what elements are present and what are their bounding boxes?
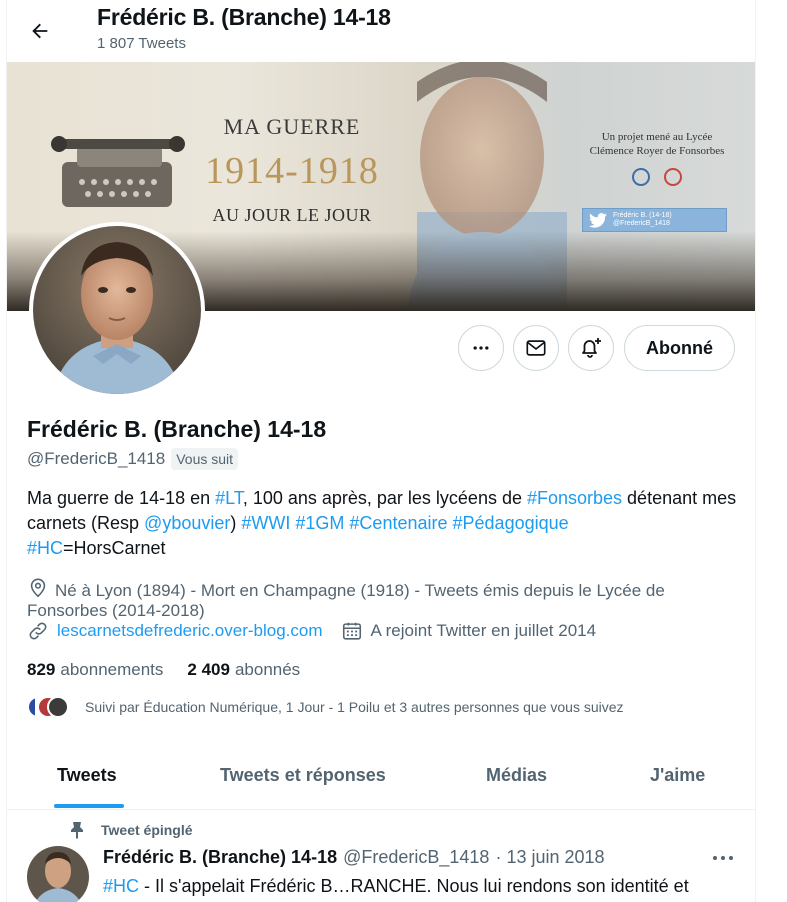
hashtag-link[interactable]: #Centenaire — [349, 513, 447, 533]
following-label: abonnements — [60, 660, 164, 679]
more-icon — [713, 856, 733, 860]
active-tab-indicator — [54, 804, 124, 808]
hashtag-link[interactable]: #HC — [27, 538, 63, 558]
hashtag-link[interactable]: #1GM — [295, 513, 344, 533]
bio-text: Ma guerre de 14-18 en — [27, 488, 216, 508]
follow-counts: 829 abonnements 2 409 abonnés — [27, 660, 300, 680]
tab-likes[interactable]: J'aime — [650, 765, 705, 786]
banner-project-line2: Clémence Royer de Fonsorbes — [589, 145, 725, 157]
tweet-author-handle[interactable]: @FredericB_1418 — [343, 847, 489, 868]
link-icon — [29, 622, 47, 640]
hashtag-link[interactable]: #Pédagogique — [453, 513, 569, 533]
tweet-avatar[interactable] — [27, 846, 89, 902]
website-link[interactable]: lescarnetsdefrederic.over-blog.com — [57, 621, 323, 641]
calendar-icon — [342, 622, 361, 640]
hashtag-link[interactable]: #WWI — [241, 513, 290, 533]
bio-text: =HorsCarnet — [63, 538, 166, 558]
twitter-bird-icon — [589, 213, 607, 228]
followed-by-row[interactable]: Suivi par Éducation Numérique, 1 Jour - … — [27, 696, 624, 718]
following-count: 829 — [27, 660, 56, 679]
region-logo — [664, 168, 682, 186]
profile-column: Frédéric B. (Branche) 14-18 1 807 Tweets… — [6, 0, 756, 902]
profile-meta-row: lescarnetsdefrederic.over-blog.com A rej… — [27, 620, 614, 642]
follower-avatar — [47, 696, 69, 718]
bell-plus-icon — [582, 338, 601, 358]
joined-item: A rejoint Twitter en juillet 2014 — [341, 620, 597, 642]
profile-avatar[interactable] — [29, 222, 205, 398]
handle-row: @FredericB_1418 Vous suit — [27, 448, 239, 470]
joined-text: A rejoint Twitter en juillet 2014 — [370, 621, 597, 640]
back-arrow-icon — [32, 23, 48, 39]
banner-line3: AU JOUR LE JOUR — [212, 205, 372, 225]
pinned-label: Tweet épinglé — [101, 822, 193, 838]
back-button[interactable] — [23, 14, 57, 48]
header-tweet-count: 1 807 Tweets — [97, 35, 186, 52]
banner-project-line1: Un projet mené au Lycée — [601, 131, 713, 143]
profile-location: Né à Lyon (1894) - Mort en Champagne (19… — [27, 577, 742, 621]
bio-text: , 100 ans après, par les lycéens de — [242, 488, 527, 508]
hashtag-link[interactable]: #HC — [103, 876, 139, 896]
tab-media[interactable]: Médias — [486, 765, 547, 786]
pin-icon — [71, 822, 83, 839]
tweet-text: #HC - Il s'appelait Frédéric B…RANCHE. N… — [103, 874, 733, 898]
banner-logos — [567, 168, 747, 186]
banner-line1: MA GUERRE — [223, 114, 361, 139]
banner-line2: 1914-1918 — [205, 150, 379, 192]
location-text: Né à Lyon (1894) - Mort en Champagne (19… — [27, 581, 665, 620]
banner-twitter-box: Frédéric B. (14-18) @FredericB_1418 — [582, 208, 727, 232]
banner-project-text: Un projet mené au Lycée Clémence Royer d… — [567, 130, 747, 186]
tab-tweets[interactable]: Tweets — [57, 765, 117, 786]
hashtag-link[interactable]: #LT — [215, 488, 243, 508]
profile-name: Frédéric B. (Branche) 14-18 — [27, 416, 327, 442]
mention-link[interactable]: @ybouvier — [144, 513, 230, 533]
following-link[interactable]: 829 abonnements — [27, 660, 163, 680]
bio-text: ) — [230, 513, 242, 533]
more-options-button[interactable] — [458, 325, 504, 371]
tweet-header: Frédéric B. (Branche) 14-18 @FredericB_1… — [103, 847, 605, 868]
tweet-author-name[interactable]: Frédéric B. (Branche) 14-18 — [103, 847, 337, 868]
profile-tabs: Tweets Tweets et réponses Médias J'aime — [7, 740, 755, 810]
academy-logo — [632, 168, 650, 186]
header-title: Frédéric B. (Branche) 14-18 — [97, 4, 391, 30]
tweet-more-button[interactable] — [711, 848, 735, 873]
notifications-button[interactable] — [568, 325, 614, 371]
profile-bio: Ma guerre de 14-18 en #LT, 100 ans après… — [27, 486, 742, 561]
typewriter-illustration — [51, 136, 185, 207]
banner-twitter-text: Frédéric B. (14-18) @FredericB_1418 — [613, 212, 672, 227]
location-icon — [30, 578, 46, 598]
hashtag-link[interactable]: #Fonsorbes — [527, 488, 622, 508]
followers-count: 2 409 — [187, 660, 230, 679]
message-button[interactable] — [513, 325, 559, 371]
pinned-label-row: Tweet épinglé — [69, 821, 193, 839]
more-icon — [473, 346, 489, 350]
avatar-portrait — [33, 226, 201, 394]
top-bar: Frédéric B. (Branche) 14-18 1 807 Tweets — [7, 0, 755, 62]
followers-label: abonnés — [234, 660, 301, 679]
followed-by-text: Suivi par Éducation Numérique, 1 Jour - … — [85, 699, 624, 715]
following-button[interactable]: Abonné — [624, 325, 735, 371]
website-item: lescarnetsdefrederic.over-blog.com — [27, 620, 323, 642]
follows-you-badge: Vous suit — [171, 448, 239, 470]
tab-tweets-replies[interactable]: Tweets et réponses — [220, 765, 386, 786]
profile-handle: @FredericB_1418 — [27, 449, 166, 468]
mail-icon — [526, 340, 546, 356]
tweet-date[interactable]: · 13 juin 2018 — [495, 847, 604, 868]
followers-link[interactable]: 2 409 abonnés — [187, 660, 300, 680]
tweet-body-text: - Il s'appelait Frédéric B…RANCHE. Nous … — [139, 876, 689, 896]
